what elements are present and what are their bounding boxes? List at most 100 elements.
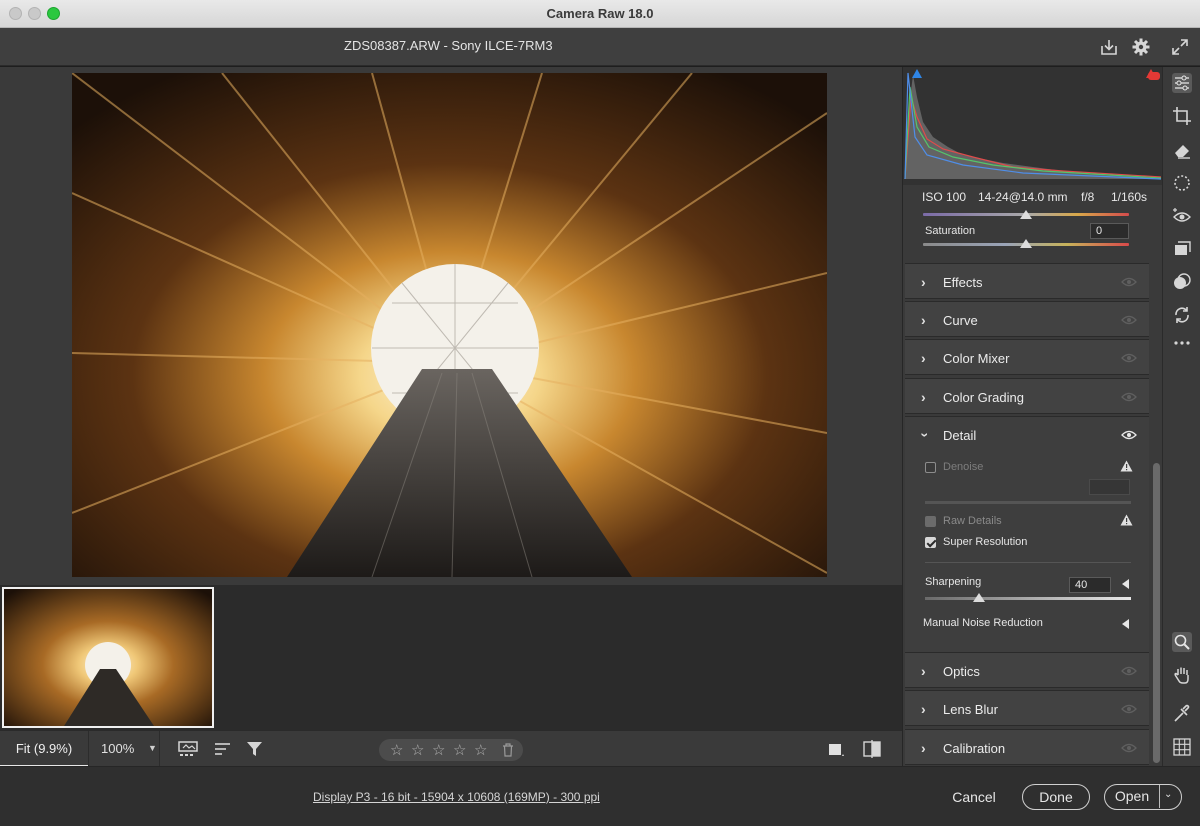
chevron-right-icon: ›	[921, 350, 926, 366]
star-rating[interactable]: ☆ ☆ ☆ ☆ ☆	[379, 739, 523, 761]
denoise-value-field	[1089, 479, 1130, 495]
panel-scrollbar[interactable]	[1153, 463, 1160, 763]
red-eye-icon[interactable]	[1172, 206, 1192, 226]
rating-star-1[interactable]: ☆	[390, 741, 403, 759]
saturation-slider-thumb[interactable]	[1020, 239, 1032, 248]
grid-icon[interactable]	[1172, 737, 1192, 757]
section-calibration[interactable]: › Calibration	[905, 729, 1149, 765]
eye-icon[interactable]	[1121, 665, 1137, 677]
before-after-icon[interactable]	[862, 740, 882, 758]
section-lens-blur[interactable]: › Lens Blur	[905, 690, 1149, 726]
super-resolution-checkbox[interactable]	[925, 537, 936, 548]
section-color-mixer-label: Color Mixer	[943, 351, 1010, 366]
chevron-right-icon: ›	[921, 663, 926, 679]
chevron-right-icon: ›	[921, 740, 926, 756]
chevron-right-icon: ›	[921, 389, 926, 405]
divider	[925, 562, 1131, 563]
cancel-button[interactable]: Cancel	[944, 784, 1004, 810]
more-icon[interactable]	[1172, 333, 1192, 353]
manual-noise-reduction-label[interactable]: Manual Noise Reduction	[923, 617, 1043, 629]
raw-details-checkbox	[925, 516, 936, 527]
eye-icon[interactable]	[1121, 391, 1137, 403]
shadow-clipping-icon[interactable]	[912, 69, 922, 78]
chevron-down-icon[interactable]: ›	[917, 433, 933, 438]
section-effects-label: Effects	[943, 275, 983, 290]
edit-panel: ISO 100 14-24@14.0 mm f/8 1/160s Saturat…	[902, 67, 1163, 766]
denoise-label: Denoise	[943, 461, 984, 473]
section-curve[interactable]: › Curve	[905, 301, 1149, 337]
eraser-icon[interactable]	[1172, 140, 1192, 160]
denoise-slider-track	[925, 501, 1131, 504]
filmstrip-thumbnail[interactable]	[2, 587, 214, 728]
zoom-dropdown-icon[interactable]: ▼	[148, 743, 157, 753]
preview-image[interactable]	[72, 73, 827, 577]
sort-icon[interactable]	[213, 740, 233, 758]
filmstrip-view-icon[interactable]	[178, 740, 198, 758]
open-button-group: Open ⌄	[1104, 784, 1182, 810]
zoom-tool-icon[interactable]	[1172, 632, 1192, 652]
chevron-right-icon: ›	[921, 274, 926, 290]
sync-icon[interactable]	[1172, 305, 1192, 325]
rating-star-3[interactable]: ☆	[432, 741, 445, 759]
panel-scroll-area[interactable]: Saturation 0 › Effects › Curve › Color M…	[903, 209, 1151, 766]
eye-icon[interactable]	[1121, 314, 1137, 326]
shutter-value: 1/160s	[1111, 190, 1148, 204]
save-icon[interactable]	[1099, 37, 1119, 57]
eye-icon[interactable]	[1121, 276, 1137, 288]
rating-star-4[interactable]: ☆	[453, 741, 466, 759]
eye-icon[interactable]	[1121, 429, 1137, 441]
workflow-options-link[interactable]: Display P3 - 16 bit - 15904 x 10608 (169…	[313, 790, 600, 804]
section-color-grading-label: Color Grading	[943, 390, 1024, 405]
hand-tool-icon[interactable]	[1172, 665, 1192, 685]
section-effects[interactable]: › Effects	[905, 263, 1149, 299]
expand-arrow-icon[interactable]	[1121, 619, 1130, 629]
sharpening-value-field[interactable]: 40	[1069, 577, 1111, 593]
camera-info: ISO 100 14-24@14.0 mm f/8 1/160s	[903, 185, 1163, 209]
vibrance-slider-thumb[interactable]	[1020, 210, 1032, 219]
sharpening-slider-thumb[interactable]	[973, 593, 985, 602]
sharpening-label: Sharpening	[925, 576, 982, 588]
rating-star-2[interactable]: ☆	[411, 741, 424, 759]
filter-icon[interactable]	[245, 740, 265, 758]
background-color-icon[interactable]	[826, 740, 846, 758]
open-options-dropdown-icon[interactable]: ⌄	[1164, 789, 1172, 800]
fullscreen-icon[interactable]	[1170, 37, 1190, 57]
section-detail-label[interactable]: Detail	[943, 428, 976, 443]
edit-sliders-icon[interactable]	[1172, 73, 1192, 93]
eyedropper-icon[interactable]	[1172, 704, 1192, 724]
iso-value: ISO 100	[922, 190, 967, 204]
raw-details-label: Raw Details	[943, 515, 1002, 527]
eye-icon[interactable]	[1121, 742, 1137, 754]
bottom-toolbar: Fit (9.9%) 100% ▼ ☆ ☆ ☆ ☆ ☆	[0, 730, 902, 767]
open-button[interactable]: Open	[1105, 785, 1160, 808]
eye-icon[interactable]	[1121, 352, 1137, 364]
section-optics[interactable]: › Optics	[905, 652, 1149, 688]
section-calibration-label: Calibration	[943, 741, 1006, 756]
masking-icon[interactable]	[1172, 173, 1192, 193]
zoom-fit-button[interactable]: Fit (9.9%)	[0, 731, 88, 767]
editor-header: ZDS08387.ARW - Sony ILCE-7RM3	[0, 28, 1200, 66]
section-lens-blur-label: Lens Blur	[943, 702, 998, 717]
section-color-grading[interactable]: › Color Grading	[905, 378, 1149, 414]
section-curve-label: Curve	[943, 313, 978, 328]
window-title: Camera Raw 18.0	[546, 6, 654, 21]
denoise-checkbox[interactable]	[925, 462, 936, 473]
gear-icon[interactable]	[1131, 37, 1151, 57]
crop-icon[interactable]	[1172, 106, 1192, 126]
section-optics-label: Optics	[943, 664, 980, 679]
done-button[interactable]: Done	[1022, 784, 1090, 810]
collapse-arrow-icon[interactable]	[1121, 579, 1130, 589]
presets-icon[interactable]	[1172, 272, 1192, 292]
snapshots-icon[interactable]	[1172, 239, 1192, 259]
sharpening-slider-track[interactable]	[925, 597, 1131, 600]
saturation-value-field[interactable]: 0	[1090, 223, 1129, 239]
eye-icon[interactable]	[1121, 703, 1137, 715]
trash-icon[interactable]	[502, 743, 514, 757]
super-resolution-label: Super Resolution	[943, 536, 1028, 548]
section-color-mixer[interactable]: › Color Mixer	[905, 339, 1149, 375]
window-titlebar: Camera Raw 18.0	[0, 0, 1200, 28]
chevron-right-icon: ›	[921, 701, 926, 717]
rating-star-5[interactable]: ☆	[474, 741, 487, 759]
histogram	[903, 67, 1163, 185]
saturation-label: Saturation	[925, 225, 976, 237]
